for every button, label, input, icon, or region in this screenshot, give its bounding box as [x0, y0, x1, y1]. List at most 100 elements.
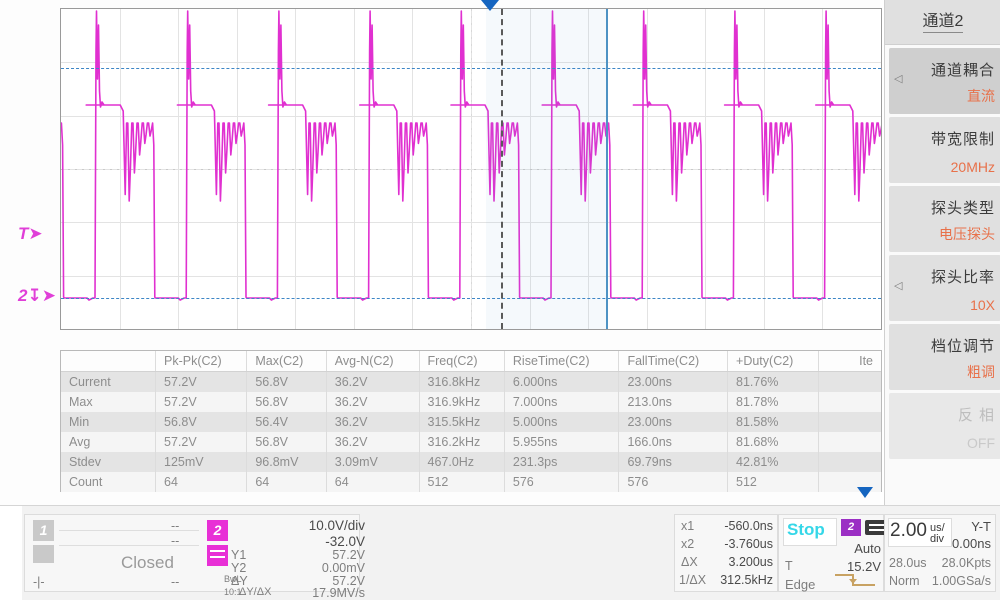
measurement-column-header[interactable]: +Duty(C2) — [728, 351, 819, 372]
channel1-status-dashes: -- — [171, 519, 179, 533]
measurement-row-label: Avg — [61, 432, 156, 452]
channel2-trace — [61, 9, 881, 329]
sidebar-title-label: 通道2 — [923, 13, 964, 33]
sidebar-item-3[interactable]: ◁探头比率10X — [889, 255, 1000, 321]
sidebar-item-5[interactable]: 反 相OFF — [889, 393, 1000, 459]
sidebar-item-2[interactable]: 探头类型电压探头 — [889, 186, 1000, 252]
channel1-coupling-icon[interactable] — [33, 545, 54, 563]
measurement-cell: 231.3ps — [504, 452, 619, 472]
trigger-level-marker[interactable]: T➤ — [18, 224, 43, 244]
sidebar-item-label: 档位调节 — [931, 335, 995, 356]
waveform-grid[interactable] — [60, 8, 882, 330]
channel-info-panel[interactable]: 1 -- -- Closed -|- -- 2 10.0V/div -32.0V… — [24, 514, 360, 592]
measurement-cell: 36.2V — [326, 412, 419, 432]
measurement-cell: 7.000ns — [504, 392, 619, 412]
cursor-x2-line[interactable] — [501, 9, 503, 329]
measurement-cell: 56.8V — [247, 372, 326, 393]
measurement-column-header[interactable]: Avg-N(C2) — [326, 351, 419, 372]
channel2-cursor-icon[interactable] — [207, 545, 228, 566]
cursor-x1-line[interactable] — [606, 9, 608, 329]
measurement-cell: 467.0Hz — [419, 452, 504, 472]
channel2-badge[interactable]: 2 — [207, 520, 228, 541]
channel2-badge-label: 2 — [214, 522, 222, 538]
measurement-row-label: Min — [61, 412, 156, 432]
sidebar-item-0[interactable]: ◁通道耦合直流 — [889, 48, 1000, 114]
measurement-column-header[interactable]: Pk-Pk(C2) — [156, 351, 247, 372]
channel1-badge[interactable]: 1 — [33, 520, 54, 541]
table-row[interactable]: Avg57.2V56.8V36.2V316.2kHz5.955ns166.0ns… — [61, 432, 881, 452]
measurement-cell — [819, 392, 882, 412]
trigger-mode: Auto — [831, 541, 881, 556]
measurement-cell: 125mV — [156, 452, 247, 472]
measurement-column-header[interactable]: Max(C2) — [247, 351, 326, 372]
measurement-cell: 576 — [504, 472, 619, 492]
channel1-closed-label: Closed — [121, 553, 174, 573]
timebase-panel[interactable]: 2.00 us/ div Y-T 0.00ns 28.0us 28.0Kpts … — [884, 514, 996, 592]
table-scroll-down-icon[interactable] — [857, 487, 873, 498]
measurement-cell: 213.0ns — [619, 392, 728, 412]
trigger-panel[interactable]: Stop 2 Auto T 15.2V Edge — [778, 514, 884, 592]
cursor-x1-value: -560.0ns — [695, 519, 773, 533]
measurement-header-row: Pk-Pk(C2)Max(C2)Avg-N(C2)Freq(C2)RiseTim… — [61, 351, 881, 372]
measurement-column-header[interactable] — [61, 351, 156, 372]
measurement-cell: 315.5kHz — [419, 412, 504, 432]
run-stop-label: Stop — [787, 520, 825, 540]
measurement-column-header[interactable]: Freq(C2) — [419, 351, 504, 372]
measurement-cell: 81.78% — [728, 392, 819, 412]
channel1-foot-right: -- — [171, 575, 179, 589]
measurement-cell: 576 — [619, 472, 728, 492]
sample-rate: 1.00GSa/s — [925, 574, 991, 588]
cursor-x-panel[interactable]: x1 -560.0ns x2 -3.760us ΔX 3.200us 1/ΔX … — [674, 514, 778, 592]
channel2-offset: -32.0V — [237, 534, 365, 549]
table-row[interactable]: Count646464512576576512 — [61, 472, 881, 492]
table-row[interactable]: Stdev125mV96.8mV3.09mV467.0Hz231.3ps69.7… — [61, 452, 881, 472]
measurement-cell: 81.68% — [728, 432, 819, 452]
sidebar-item-value: 20MHz — [951, 159, 995, 175]
measurement-row-label: Current — [61, 372, 156, 393]
measurement-cell: 56.8V — [247, 392, 326, 412]
measurement-cell: 81.58% — [728, 412, 819, 432]
cursor-y2-line[interactable] — [61, 298, 881, 299]
timebase-mode: Y-T — [943, 519, 991, 534]
measurement-cell: 512 — [419, 472, 504, 492]
falling-edge-icon[interactable] — [833, 571, 877, 589]
measurement-column-header[interactable]: FallTime(C2) — [619, 351, 728, 372]
channel2-ground-marker[interactable]: 2↧➤ — [18, 286, 56, 306]
channel1-foot-left: -|- — [33, 575, 45, 589]
measurement-cell: 512 — [728, 472, 819, 492]
cursor-dx-value: 3.200us — [695, 555, 773, 569]
table-row[interactable]: Min56.8V56.4V36.2V315.5kHz5.000ns23.00ns… — [61, 412, 881, 432]
measurement-column-header[interactable]: Ite — [819, 351, 882, 372]
cursor-x1-label: x1 — [681, 519, 694, 533]
measurement-cell: 316.9kHz — [419, 392, 504, 412]
cursor-y1-line[interactable] — [61, 68, 881, 69]
measurement-cell: 23.00ns — [619, 372, 728, 393]
measurement-table[interactable]: Pk-Pk(C2)Max(C2)Avg-N(C2)Freq(C2)RiseTim… — [60, 350, 882, 492]
table-row[interactable]: Current57.2V56.8V36.2V316.8kHz6.000ns23.… — [61, 372, 881, 393]
sidebar-item-value: 粗调 — [967, 362, 995, 382]
trigger-source-badge[interactable]: 2 — [841, 519, 861, 536]
cursor-invdx-value: 312.5kHz — [695, 573, 773, 587]
measurement-cell: 57.2V — [156, 372, 247, 393]
measurement-column-header[interactable]: RiseTime(C2) — [504, 351, 619, 372]
sidebar-item-value: OFF — [967, 435, 995, 451]
chevron-left-icon: ◁ — [894, 279, 902, 292]
measurement-cell: 166.0ns — [619, 432, 728, 452]
sidebar-item-4[interactable]: 档位调节粗调 — [889, 324, 1000, 390]
chevron-left-icon: ◁ — [894, 72, 902, 85]
channel-menu-sidebar[interactable]: 通道2 ◁通道耦合直流带宽限制20MHz探头类型电压探头◁探头比率10X档位调节… — [884, 0, 1000, 505]
measurement-cell: 36.2V — [326, 432, 419, 452]
sidebar-item-label: 带宽限制 — [931, 128, 995, 149]
cursor-y1-value: 57.2V — [265, 548, 365, 562]
oscilloscope-screen: T➤ 2↧➤ Pk-Pk(C2)Max(C2)Avg-N(C2)Freq(C2)… — [0, 0, 1000, 599]
cursor-region-band[interactable] — [486, 9, 606, 329]
measurement-cell: 64 — [247, 472, 326, 492]
trigger-position-marker[interactable] — [481, 0, 499, 11]
table-row[interactable]: Max57.2V56.8V36.2V316.9kHz7.000ns213.0ns… — [61, 392, 881, 412]
sidebar-item-label: 通道耦合 — [931, 59, 995, 80]
record-time: 28.0us — [889, 556, 927, 570]
sidebar-item-1[interactable]: 带宽限制 20MHz — [889, 117, 1000, 183]
measurement-cell: 56.8V — [156, 412, 247, 432]
channel1-badge-label: 1 — [40, 522, 48, 538]
cursor-y1-label: Y1 — [231, 548, 246, 562]
